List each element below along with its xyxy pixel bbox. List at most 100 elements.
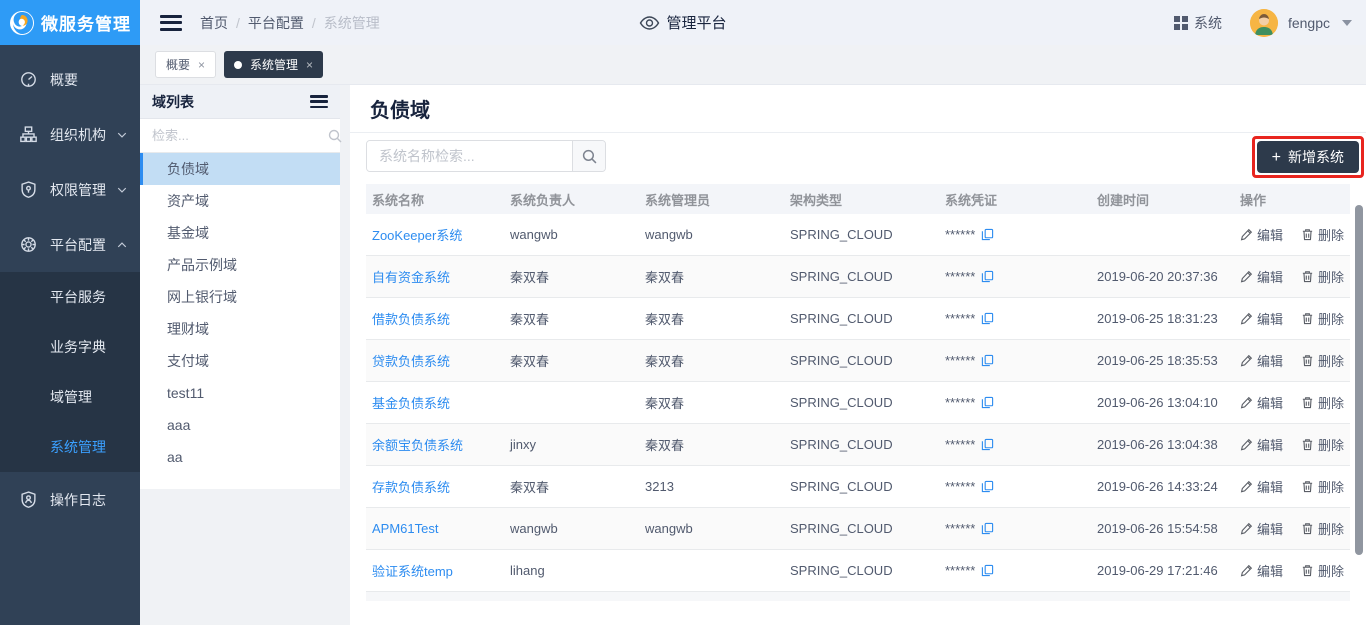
domain-list: 负债域资产域基金域产品示例域网上银行域理财域支付域test11aaaaa: [140, 153, 340, 489]
domain-list-item[interactable]: 资产域: [140, 185, 340, 217]
created-time: 2019-06-29 17:21:46: [1091, 563, 1234, 578]
close-icon[interactable]: ×: [306, 58, 313, 72]
sidebar-item[interactable]: 组织机构: [0, 107, 140, 162]
domain-list-item[interactable]: 支付域: [140, 345, 340, 377]
system-name-link[interactable]: 借款负债系统: [372, 312, 450, 327]
domain-list-item[interactable]: 负债域: [140, 153, 340, 185]
edit-button[interactable]: 编辑: [1240, 393, 1283, 412]
sidebar-subitem[interactable]: 系统管理: [0, 422, 140, 472]
architecture-type: SPRING_CLOUD: [784, 311, 939, 326]
search-button[interactable]: [572, 141, 605, 171]
vertical-scrollbar[interactable]: [1355, 205, 1363, 555]
domain-list-item[interactable]: 理财域: [140, 313, 340, 345]
sidebar-item[interactable]: 操作日志: [0, 472, 140, 527]
edit-button[interactable]: 编辑: [1240, 351, 1283, 370]
user-avatar[interactable]: [1250, 9, 1278, 37]
domain-search-input[interactable]: [152, 128, 328, 143]
pencil-icon: [1240, 228, 1253, 241]
pencil-icon: [1240, 354, 1253, 367]
domain-list-item[interactable]: aaa: [140, 409, 340, 441]
system-admin: 秦双春: [639, 267, 784, 286]
copy-icon[interactable]: [981, 438, 994, 451]
sidebar-subitem[interactable]: 业务字典: [0, 322, 140, 372]
edit-button[interactable]: 编辑: [1240, 435, 1283, 454]
app-title: 微服务管理: [41, 10, 131, 35]
hamburger-icon[interactable]: [160, 15, 182, 31]
edit-button[interactable]: 编辑: [1240, 477, 1283, 496]
breadcrumb-home[interactable]: 首页: [200, 13, 228, 33]
edit-button[interactable]: 编辑: [1240, 561, 1283, 580]
delete-button[interactable]: 删除: [1301, 477, 1344, 496]
delete-button[interactable]: 删除: [1301, 393, 1344, 412]
system-name-link[interactable]: 贷款负债系统: [372, 354, 450, 369]
architecture-type: SPRING_CLOUD: [784, 353, 939, 368]
close-icon[interactable]: ×: [198, 58, 205, 72]
table-header-row: 系统名称系统负责人系统管理员架构类型系统凭证创建时间操作: [366, 184, 1350, 214]
column-header: 系统凭证: [939, 190, 1091, 209]
domain-list-item[interactable]: test11: [140, 377, 340, 409]
delete-button[interactable]: 删除: [1301, 267, 1344, 286]
delete-button[interactable]: 删除: [1301, 309, 1344, 328]
domain-panel: 域列表 负债域资产域基金域产品示例域网上银行域理财域支付域test11aaaaa: [140, 85, 340, 625]
created-time: 2019-06-26 15:54:58: [1091, 521, 1234, 536]
domain-list-item[interactable]: aa: [140, 441, 340, 473]
credential-mask: ******: [945, 395, 975, 410]
column-header: 系统名称: [366, 190, 504, 209]
breadcrumb: 首页 / 平台配置 / 系统管理: [200, 13, 380, 33]
copy-icon[interactable]: [981, 522, 994, 535]
architecture-type: SPRING_CLOUD: [784, 479, 939, 494]
delete-button[interactable]: 删除: [1301, 351, 1344, 370]
edit-button[interactable]: 编辑: [1240, 519, 1283, 538]
domain-list-item[interactable]: 基金域: [140, 217, 340, 249]
credential-mask: ******: [945, 227, 975, 242]
delete-button[interactable]: 删除: [1301, 225, 1344, 244]
copy-icon[interactable]: [981, 228, 994, 241]
system-search-input[interactable]: [367, 141, 572, 171]
pencil-icon: [1240, 564, 1253, 577]
collapse-panel-icon[interactable]: [310, 95, 328, 108]
copy-icon[interactable]: [981, 312, 994, 325]
table-row: ZooKeeper系统wangwbwangwbSPRING_CLOUD*****…: [366, 214, 1350, 256]
delete-button[interactable]: 删除: [1301, 561, 1344, 580]
edit-button[interactable]: 编辑: [1240, 309, 1283, 328]
system-name-link[interactable]: APM61Test: [372, 521, 438, 536]
chevron-down-icon[interactable]: [1342, 20, 1352, 26]
edit-button[interactable]: 编辑: [1240, 225, 1283, 244]
system-owner: jinxy: [504, 437, 639, 452]
system-apps-button[interactable]: 系统: [1174, 13, 1222, 33]
system-name-link[interactable]: 自有资金系统: [372, 270, 450, 285]
sidebar-item[interactable]: 平台配置: [0, 217, 140, 272]
tab-system-management[interactable]: 系统管理 ×: [224, 51, 323, 78]
main-sidebar: 概要组织机构权限管理平台配置平台服务业务字典域管理系统管理操作日志: [0, 45, 140, 625]
sidebar-subitem[interactable]: 平台服务: [0, 272, 140, 322]
domain-list-item[interactable]: 产品示例域: [140, 249, 340, 281]
username[interactable]: fengpc: [1288, 15, 1330, 31]
copy-icon[interactable]: [981, 396, 994, 409]
domain-list-item[interactable]: 网上银行域: [140, 281, 340, 313]
edit-button[interactable]: 编辑: [1240, 267, 1283, 286]
sidebar-item-label: 权限管理: [50, 180, 106, 200]
copy-icon[interactable]: [981, 564, 994, 577]
system-name-link[interactable]: 基金负债系统: [372, 396, 450, 411]
created-time: 2019-06-26 13:04:10: [1091, 395, 1234, 410]
add-system-button[interactable]: 新增系统: [1257, 141, 1359, 173]
system-name-link[interactable]: ZooKeeper系统: [372, 228, 462, 243]
tab-overview[interactable]: 概要 ×: [155, 51, 216, 78]
system-name-link[interactable]: 存款负债系统: [372, 480, 450, 495]
breadcrumb-platform-config[interactable]: 平台配置: [248, 13, 304, 33]
domain-panel-title: 域列表: [152, 92, 194, 112]
sidebar-item[interactable]: 概要: [0, 52, 140, 107]
copy-icon[interactable]: [981, 480, 994, 493]
chevron-up-icon: [116, 239, 128, 251]
copy-icon[interactable]: [981, 270, 994, 283]
system-admin: 3213: [639, 479, 784, 494]
sidebar-subitem[interactable]: 域管理: [0, 372, 140, 422]
copy-icon[interactable]: [981, 354, 994, 367]
platform-gear-icon: [20, 236, 38, 253]
sidebar-item[interactable]: 权限管理: [0, 162, 140, 217]
system-name-link[interactable]: 验证系统temp: [372, 564, 453, 579]
delete-button[interactable]: 删除: [1301, 435, 1344, 454]
delete-button[interactable]: 删除: [1301, 519, 1344, 538]
system-name-link[interactable]: 余额宝负债系统: [372, 438, 463, 453]
column-header: 架构类型: [784, 190, 939, 209]
